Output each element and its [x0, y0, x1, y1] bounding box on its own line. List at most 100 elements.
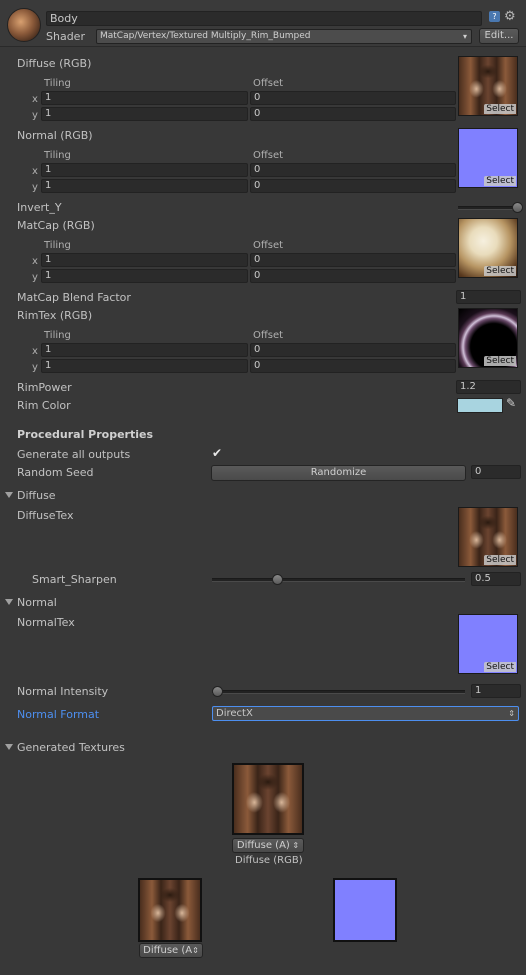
- foldout-arrow-icon: [5, 492, 13, 498]
- rimtex-offset-x[interactable]: 0: [250, 343, 456, 357]
- matcap-blend-field[interactable]: 1: [456, 290, 521, 304]
- normaltex-label: NormalTex: [17, 616, 75, 629]
- help-icon[interactable]: ?: [489, 11, 500, 22]
- dropdown-arrow-icon: ⇕: [289, 841, 300, 850]
- randomize-button[interactable]: Randomize: [211, 465, 466, 481]
- normal-intensity-field[interactable]: 1: [471, 684, 521, 698]
- diffuse-label: Diffuse (RGB): [17, 57, 92, 70]
- matcap-select-button[interactable]: Select: [484, 266, 516, 276]
- normal-tiling-x[interactable]: 1: [41, 163, 248, 177]
- rimtex-label: RimTex (RGB): [17, 309, 93, 322]
- normal-foldout-label: Normal: [17, 596, 57, 609]
- generated-textures-label: Generated Textures: [17, 741, 125, 754]
- rimpower-label: RimPower: [17, 381, 72, 394]
- rimtex-tiling-label: Tiling: [44, 330, 71, 341]
- smart-sharpen-slider-track[interactable]: [212, 578, 465, 582]
- matcap-offset-label: Offset: [253, 240, 284, 251]
- diffuse-tiling-x[interactable]: 1: [41, 91, 248, 105]
- generated-diffuse-texture[interactable]: [232, 763, 304, 835]
- generated-diffuse-dropdown[interactable]: Diffuse (A) ⇕: [232, 838, 304, 853]
- normal-intensity-slider-track[interactable]: [212, 690, 465, 694]
- diffuse-x-label: x: [32, 94, 38, 105]
- eyedropper-icon[interactable]: ✎: [506, 396, 516, 410]
- matcap-tiling-label: Tiling: [44, 240, 71, 251]
- shader-dropdown[interactable]: MatCap/Vertex/Textured Multiply_Rim_Bump…: [96, 29, 472, 44]
- rimtex-tiling-y[interactable]: 1: [41, 359, 248, 373]
- material-name-field[interactable]: Body: [46, 11, 482, 26]
- rimtex-y-label: y: [32, 362, 38, 373]
- rimtex-offset-y[interactable]: 0: [250, 359, 456, 373]
- rimtex-tiling-x[interactable]: 1: [41, 343, 248, 357]
- diffuse-foldout-label: Diffuse: [17, 489, 56, 502]
- smart-sharpen-slider-knob[interactable]: [272, 574, 283, 585]
- diffuse-offset-x[interactable]: 0: [250, 91, 456, 105]
- rimtex-offset-label: Offset: [253, 330, 284, 341]
- rimtex-x-label: x: [32, 346, 38, 357]
- normal-format-label: Normal Format: [17, 708, 100, 721]
- normal-select-button[interactable]: Select: [484, 176, 516, 186]
- normaltex-slot[interactable]: Select: [458, 614, 518, 674]
- normaltex-select-button[interactable]: Select: [484, 662, 516, 672]
- diffuse-offset-label: Offset: [253, 78, 284, 89]
- generated-diffuse-dropdown-label: Diffuse (A): [236, 840, 290, 851]
- foldout-arrow-icon: [5, 744, 13, 750]
- diffuse-offset-y[interactable]: 0: [250, 107, 456, 121]
- rimtex-texture-slot[interactable]: Select: [458, 308, 518, 368]
- material-header: Body ? ⚙ Shader MatCap/Vertex/Textured M…: [0, 0, 526, 47]
- gear-icon[interactable]: ⚙: [504, 9, 516, 24]
- generated-texture-3[interactable]: [333, 878, 397, 942]
- invert-y-slider-track[interactable]: [458, 206, 518, 210]
- diffuse-tiling-y[interactable]: 1: [41, 107, 248, 121]
- generated-texture-2[interactable]: [138, 878, 202, 942]
- matcap-texture-slot[interactable]: Select: [458, 218, 518, 278]
- random-seed-label: Random Seed: [17, 466, 94, 479]
- diffusetex-slot[interactable]: Select: [458, 507, 518, 567]
- generated-textures-foldout[interactable]: Generated Textures: [5, 741, 125, 754]
- normal-intensity-slider-knob[interactable]: [212, 686, 223, 697]
- diffuse-select-button[interactable]: Select: [484, 104, 516, 114]
- dropdown-arrow-icon: ⇕: [508, 709, 515, 718]
- matcap-y-label: y: [32, 272, 38, 283]
- matcap-offset-y[interactable]: 0: [250, 269, 456, 283]
- diffuse-tiling-label: Tiling: [44, 78, 71, 89]
- rimtex-select-button[interactable]: Select: [484, 356, 516, 366]
- diffusetex-label: DiffuseTex: [17, 509, 74, 522]
- normal-x-label: x: [32, 166, 38, 177]
- generated-texture-2-dropdown-label: Diffuse (A: [143, 945, 193, 956]
- normal-format-value: DirectX: [216, 708, 253, 719]
- normal-tiling-label: Tiling: [44, 150, 71, 161]
- dropdown-arrow-icon: ▾: [462, 32, 467, 41]
- matcap-tiling-y[interactable]: 1: [41, 269, 248, 283]
- normal-texture-slot[interactable]: Select: [458, 128, 518, 188]
- diffusetex-select-button[interactable]: Select: [484, 555, 516, 565]
- normal-format-dropdown[interactable]: DirectX ⇕: [212, 706, 519, 721]
- material-preview-icon[interactable]: [7, 8, 41, 42]
- smart-sharpen-field[interactable]: 0.5: [471, 572, 521, 586]
- matcap-x-label: x: [32, 256, 38, 267]
- matcap-offset-x[interactable]: 0: [250, 253, 456, 267]
- random-seed-field[interactable]: 0: [471, 465, 521, 479]
- normal-tiling-y[interactable]: 1: [41, 179, 248, 193]
- generate-all-label: Generate all outputs: [17, 448, 131, 461]
- generated-diffuse-caption: Diffuse (RGB): [235, 855, 303, 866]
- invert-y-label: Invert_Y: [17, 201, 62, 214]
- normal-offset-y[interactable]: 0: [250, 179, 456, 193]
- procedural-title: Procedural Properties: [17, 428, 154, 441]
- normal-intensity-label: Normal Intensity: [17, 685, 109, 698]
- normal-offset-label: Offset: [253, 150, 284, 161]
- invert-y-slider-knob[interactable]: [512, 202, 523, 213]
- rimpower-field[interactable]: 1.2: [456, 380, 521, 394]
- smart-sharpen-label: Smart_Sharpen: [32, 573, 117, 586]
- diffuse-texture-slot[interactable]: Select: [458, 56, 518, 116]
- generate-all-checkbox[interactable]: ✔: [212, 447, 224, 459]
- generated-texture-2-dropdown[interactable]: Diffuse (A⇕: [139, 943, 203, 958]
- edit-shader-button[interactable]: Edit...: [479, 28, 519, 44]
- rim-color-swatch[interactable]: [457, 398, 503, 413]
- normal-offset-x[interactable]: 0: [250, 163, 456, 177]
- matcap-label: MatCap (RGB): [17, 219, 95, 232]
- normal-foldout[interactable]: Normal: [5, 596, 57, 609]
- dropdown-arrow-icon: ⇕: [192, 946, 199, 955]
- diffuse-foldout[interactable]: Diffuse: [5, 489, 56, 502]
- normal-label: Normal (RGB): [17, 129, 93, 142]
- matcap-tiling-x[interactable]: 1: [41, 253, 248, 267]
